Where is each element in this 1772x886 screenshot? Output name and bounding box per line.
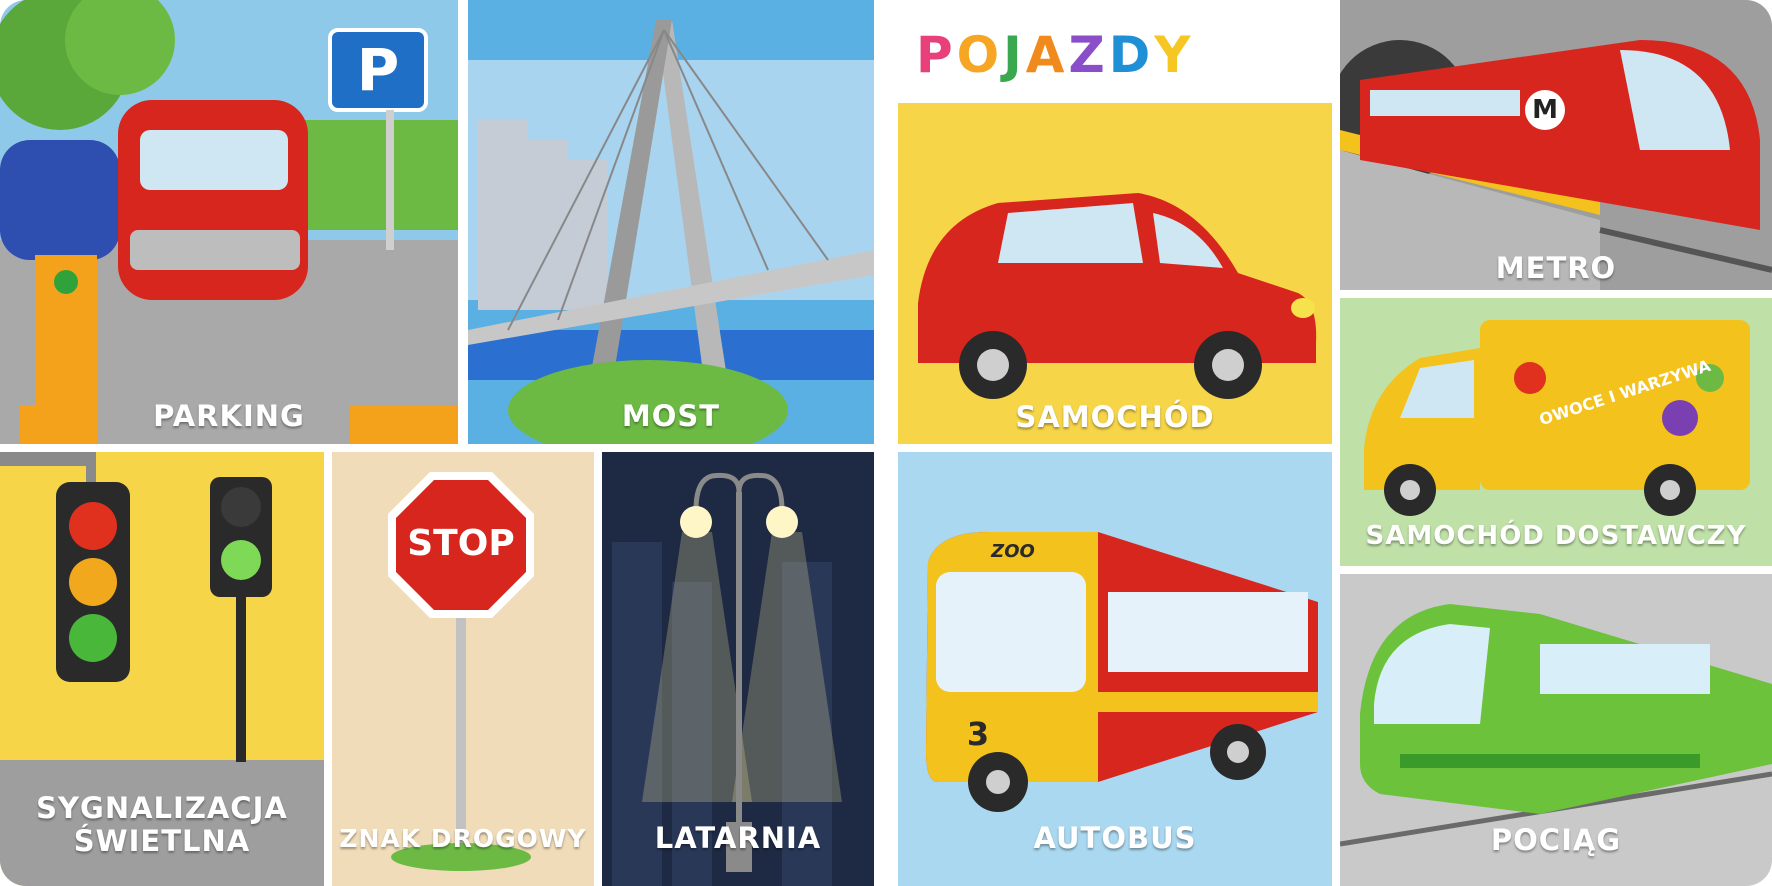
card-label: SAMOCHÓD <box>1015 400 1215 434</box>
title-letter: D <box>1108 26 1155 84</box>
card-label: ZNAK DROGOWY <box>339 824 587 853</box>
card-label: MOST <box>621 399 721 433</box>
card-dostawczy[interactable]: OWOCE I WARZYWA SAMOCHÓD DOSTAWCZY <box>1340 298 1772 566</box>
stop-sign-text: STOP <box>407 523 515 564</box>
car-illustration <box>898 103 1332 444</box>
card-most[interactable]: MOST <box>468 0 874 444</box>
card-samochod[interactable]: SAMOCHÓD <box>898 103 1332 444</box>
title-letter: P <box>916 26 957 84</box>
parking-sign: P <box>356 36 400 104</box>
title-letter: A <box>1025 26 1069 84</box>
card-label: LATARNIA <box>654 821 822 855</box>
card-parking[interactable]: P PARKING <box>0 0 458 444</box>
bus-route-number: 3 <box>966 715 990 753</box>
card-label: PARKING <box>153 399 305 433</box>
flashcard-sheet: P O J A Z D Y P PARKING MOST SAMOCHÓD M … <box>0 0 1772 886</box>
card-autobus[interactable]: ZOO 3 AUTOBUS <box>898 452 1332 886</box>
metro-logo: M <box>1532 95 1558 125</box>
card-sygnalizacja[interactable]: SYGNALIZACJA ŚWIETLNA <box>0 452 324 886</box>
page-title: P O J A Z D Y <box>916 26 1194 86</box>
title-letter: Y <box>1154 26 1195 84</box>
card-label: SYGNALIZACJA ŚWIETLNA <box>36 791 288 858</box>
card-label: METRO <box>1495 251 1617 285</box>
card-latarnia[interactable]: LATARNIA <box>602 452 874 886</box>
card-znak[interactable]: STOP ZNAK DROGOWY <box>332 452 594 886</box>
title-letter: O <box>956 26 1004 84</box>
card-label: AUTOBUS <box>1033 821 1197 855</box>
bus-destination: ZOO <box>991 541 1035 562</box>
title-letter: Z <box>1068 26 1109 84</box>
stop-sign-illustration <box>332 452 594 886</box>
card-label: SAMOCHÓD DOSTAWCZY <box>1365 521 1747 551</box>
title-letter: J <box>1003 26 1026 84</box>
card-pociag[interactable]: POCIĄG <box>1340 574 1772 886</box>
metro-illustration <box>1340 0 1772 290</box>
bridge-illustration <box>468 0 874 444</box>
card-metro[interactable]: M METRO <box>1340 0 1772 290</box>
card-label: POCIĄG <box>1490 823 1622 857</box>
